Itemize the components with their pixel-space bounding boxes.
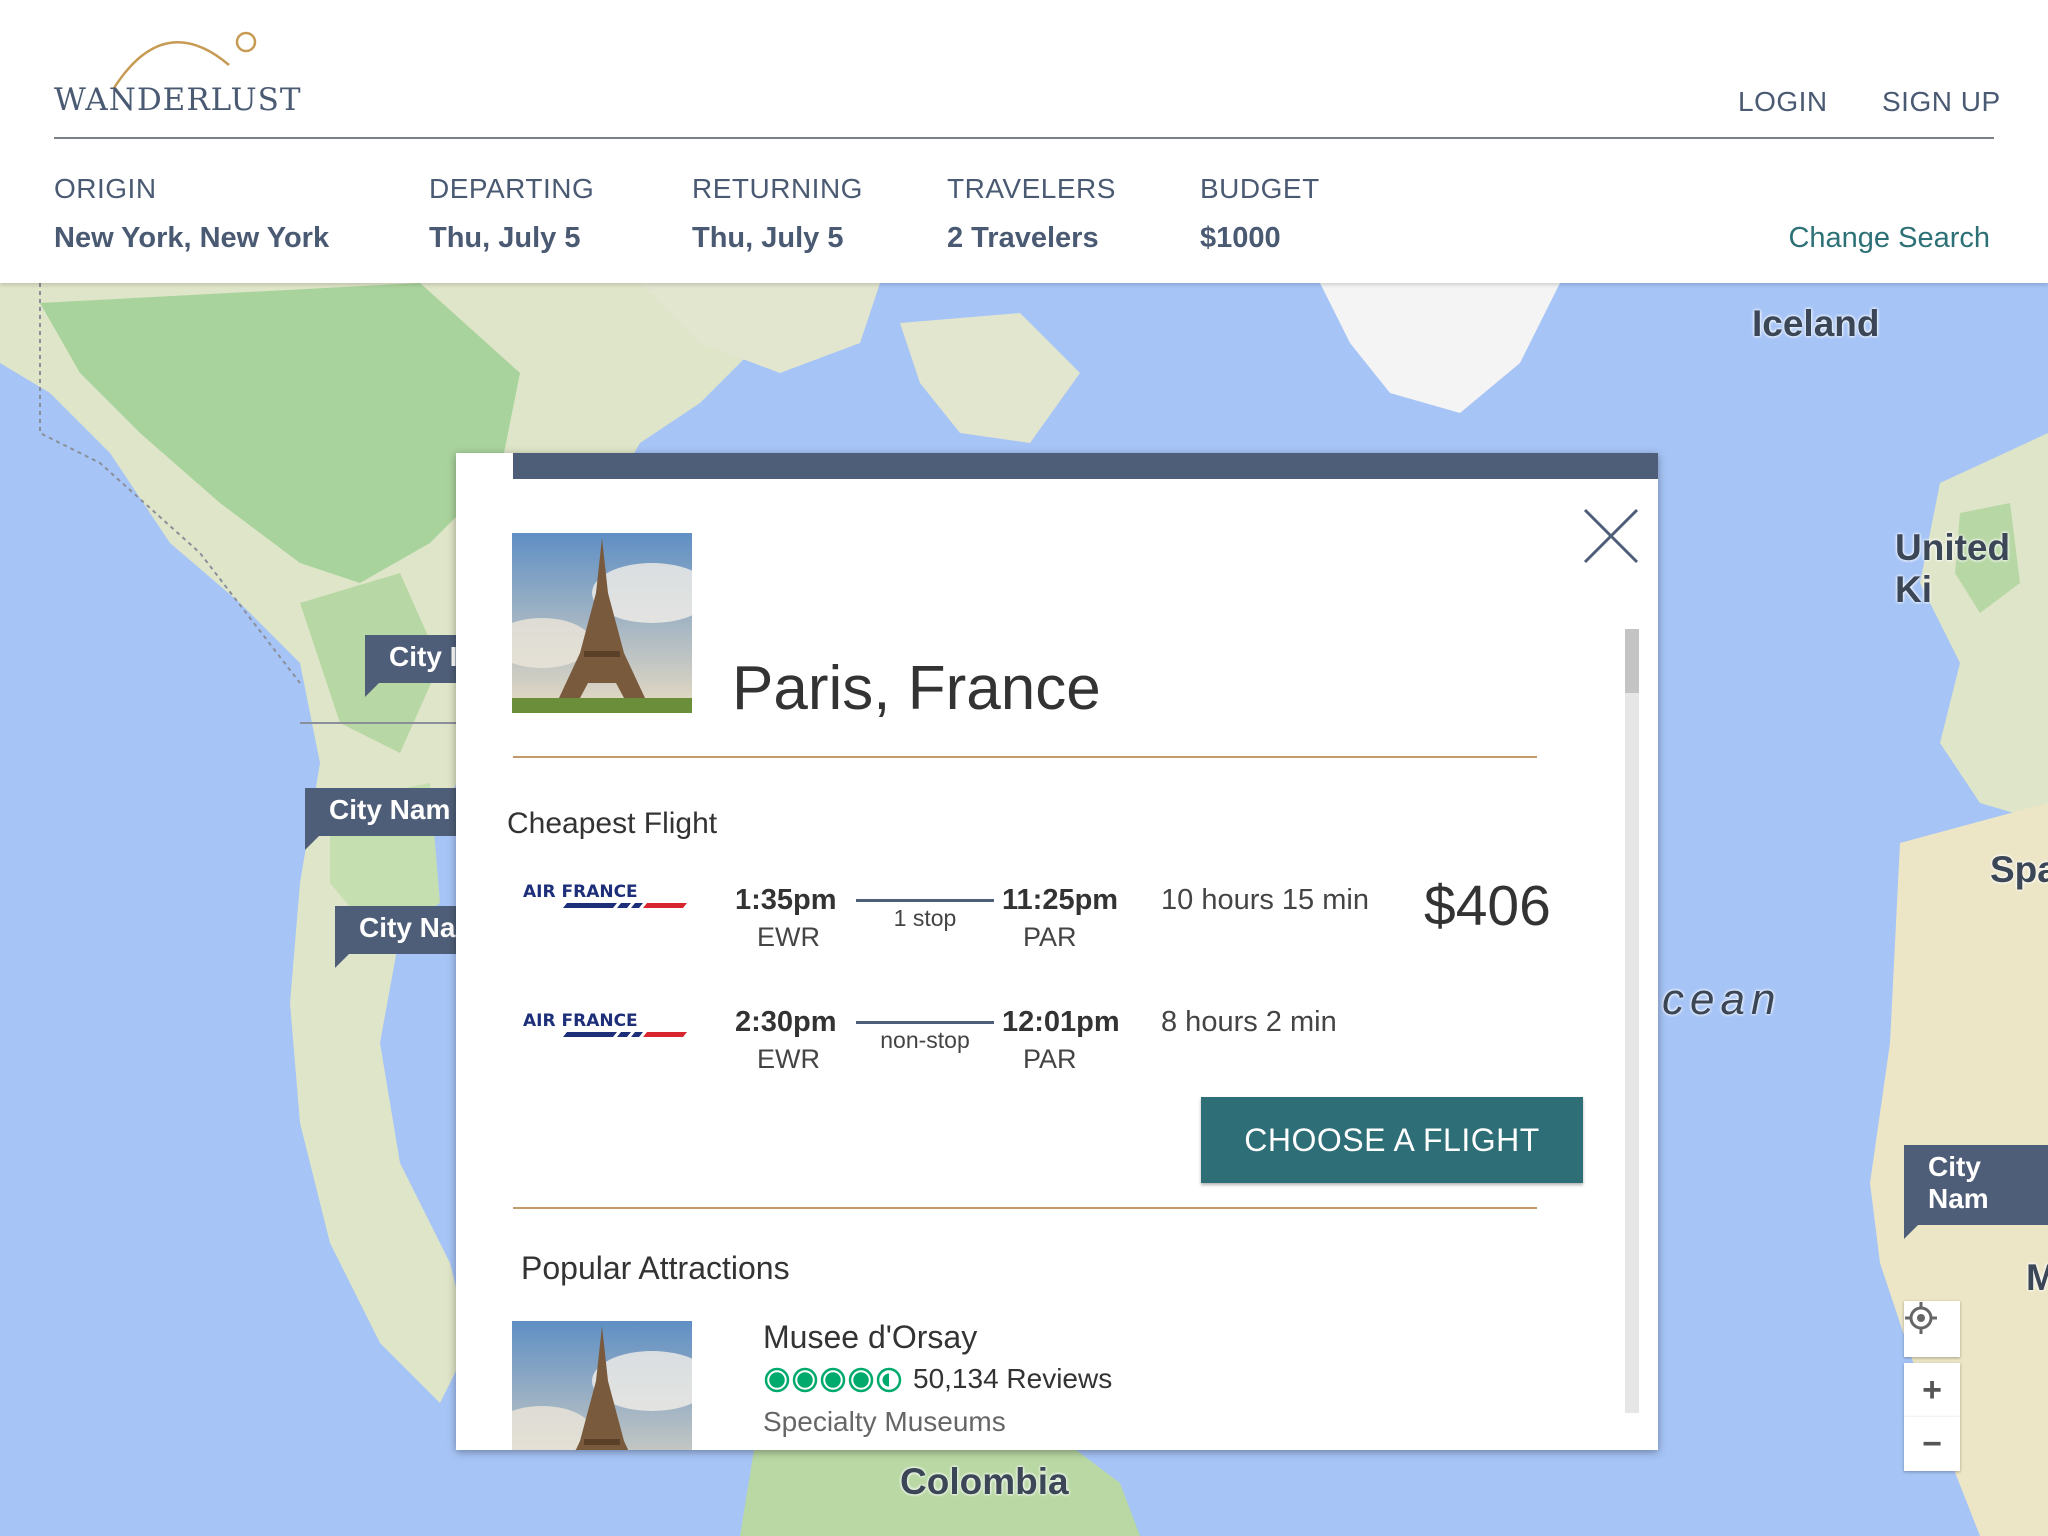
map-label-ocean: cean xyxy=(1662,975,1782,1024)
attraction-name[interactable]: Musee d'Orsay xyxy=(763,1319,977,1356)
zoom-in-button[interactable]: + xyxy=(1904,1363,1960,1417)
depart-airport: EWR xyxy=(757,922,820,952)
depart-time: 1:35pm xyxy=(735,884,837,916)
zoom-out-button[interactable]: − xyxy=(1904,1417,1960,1471)
login-link[interactable]: LOGIN xyxy=(1738,86,1828,118)
modal-scroll-thumb[interactable] xyxy=(1625,629,1639,693)
map-label-united-kingdom: United Ki xyxy=(1895,527,2011,610)
logo[interactable]: WANDERLUST xyxy=(54,20,304,120)
close-icon[interactable] xyxy=(1581,506,1641,566)
travelers-value[interactable]: 2 Travelers xyxy=(947,222,1099,255)
air-france-logo-icon: AIR FRANCE xyxy=(523,1011,687,1037)
attraction-reviews[interactable]: 50,134 Reviews xyxy=(913,1363,1112,1395)
eiffel-tower-image xyxy=(512,1321,692,1450)
choose-flight-button[interactable]: CHOOSE A FLIGHT xyxy=(1201,1097,1583,1183)
map-label-m: M xyxy=(2026,1257,2048,1298)
change-search-link[interactable]: Change Search xyxy=(1788,222,1990,255)
airline-name: AIR FRANCE xyxy=(523,882,638,902)
depart-time: 2:30pm xyxy=(735,1006,837,1038)
logo-text: WANDERLUST xyxy=(54,82,302,118)
top-header: WANDERLUST LOGIN SIGN UP ORIGIN New York… xyxy=(0,0,2048,283)
flight-route-line xyxy=(856,899,994,902)
airline-name: AIR FRANCE xyxy=(523,1011,638,1031)
rating-bubbles-icon xyxy=(764,1367,902,1393)
eiffel-tower-image xyxy=(512,533,692,713)
airline-logo: AIR FRANCE xyxy=(521,881,691,921)
modal-top-bar xyxy=(513,453,1658,479)
arrive-airport: PAR xyxy=(1023,922,1077,952)
returning-label: RETURNING xyxy=(692,173,863,204)
flight-price: $406 xyxy=(1424,874,1551,938)
destination-title: Paris, France xyxy=(732,654,1101,723)
flight-route-line xyxy=(856,1021,994,1024)
attraction-category: Specialty Museums xyxy=(763,1406,1006,1437)
popular-attractions-title: Popular Attractions xyxy=(521,1250,790,1286)
locate-icon xyxy=(1905,1302,1937,1334)
flight-stops: 1 stop xyxy=(893,905,957,931)
departing-value[interactable]: Thu, July 5 xyxy=(429,222,580,255)
logo-arc-icon xyxy=(112,31,257,89)
locate-button[interactable] xyxy=(1904,1301,1960,1357)
destination-photo xyxy=(512,533,692,713)
map-label-iceland: Iceland xyxy=(1752,303,1880,344)
arrive-time: 11:25pm xyxy=(1002,884,1119,916)
arrive-time: 12:01pm xyxy=(1002,1006,1120,1038)
depart-airport: EWR xyxy=(757,1044,820,1074)
map-label-spain: Spa xyxy=(1990,849,2048,890)
map-label-colombia: Colombia xyxy=(900,1461,1069,1502)
departing-label: DEPARTING xyxy=(429,173,595,204)
city-tag[interactable]: City Nam xyxy=(305,788,475,850)
signup-link[interactable]: SIGN UP xyxy=(1882,86,2001,118)
flight-stops: non-stop xyxy=(880,1027,970,1053)
destination-modal: Paris, France Cheapest Flight AIR FRANCE… xyxy=(456,453,1658,1450)
city-tag[interactable]: City Nam xyxy=(1904,1145,2048,1239)
flight-duration: 8 hours 2 min xyxy=(1161,1006,1337,1038)
air-france-logo-icon: AIR FRANCE xyxy=(523,882,687,908)
origin-label: ORIGIN xyxy=(54,173,157,204)
airline-logo: AIR FRANCE xyxy=(521,1010,691,1050)
returning-value[interactable]: Thu, July 5 xyxy=(692,222,843,255)
origin-value[interactable]: New York, New York xyxy=(54,222,329,255)
modal-divider xyxy=(513,1207,1537,1209)
cheapest-flight-title: Cheapest Flight xyxy=(507,807,718,840)
attraction-photo[interactable] xyxy=(512,1321,692,1450)
travelers-label: TRAVELERS xyxy=(947,173,1116,204)
budget-value[interactable]: $1000 xyxy=(1200,222,1281,255)
arrive-airport: PAR xyxy=(1023,1044,1077,1074)
header-divider xyxy=(54,137,1994,139)
modal-scrollbar[interactable] xyxy=(1625,629,1639,1413)
modal-divider xyxy=(513,756,1537,758)
budget-label: BUDGET xyxy=(1200,173,1320,204)
flight-duration: 10 hours 15 min xyxy=(1161,884,1369,916)
